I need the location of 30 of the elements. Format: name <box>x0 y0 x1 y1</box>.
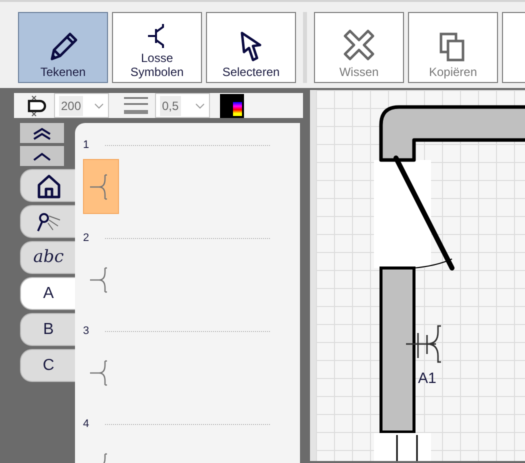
toolbar-button[interactable]: Tekenen <box>18 12 108 83</box>
cursor-arrow-icon <box>238 31 264 64</box>
size-dropdown[interactable]: 200 <box>54 93 109 118</box>
line-width-dropdown[interactable]: 0,5 <box>155 93 210 118</box>
caret-icon <box>195 102 205 108</box>
side-tab[interactable]: B <box>20 313 76 346</box>
toolbar-button[interactable]: Selecteren <box>206 12 296 83</box>
scroll-up-button[interactable] <box>20 123 64 143</box>
side-tab[interactable]: C <box>20 349 76 382</box>
toolbar-button[interactable] <box>502 12 525 83</box>
caret-icon <box>94 102 104 108</box>
double-chevron-up-icon <box>31 125 53 141</box>
group-number: 1 <box>83 138 90 153</box>
color-picker[interactable] <box>220 94 244 118</box>
group-number: 2 <box>83 230 90 246</box>
lamp-icon <box>36 210 62 232</box>
group-number: 4 <box>83 416 90 432</box>
scroll-up-button[interactable] <box>20 146 64 166</box>
side-tab[interactable]: abc <box>20 241 76 274</box>
drawing-canvas[interactable]: A1 <box>310 90 525 461</box>
side-tab[interactable] <box>20 169 76 202</box>
cross-icon <box>341 27 377 64</box>
transistor-symbol-icon[interactable] <box>405 325 442 363</box>
side-tab[interactable] <box>20 205 76 238</box>
toolbar-button[interactable]: Losse Symbolen <box>112 12 202 83</box>
side-tab[interactable]: A <box>20 277 76 310</box>
symbol-label: A1 <box>418 369 436 389</box>
line-width-icon <box>123 96 149 116</box>
house-icon <box>36 172 62 198</box>
group-number: 3 <box>83 324 90 339</box>
